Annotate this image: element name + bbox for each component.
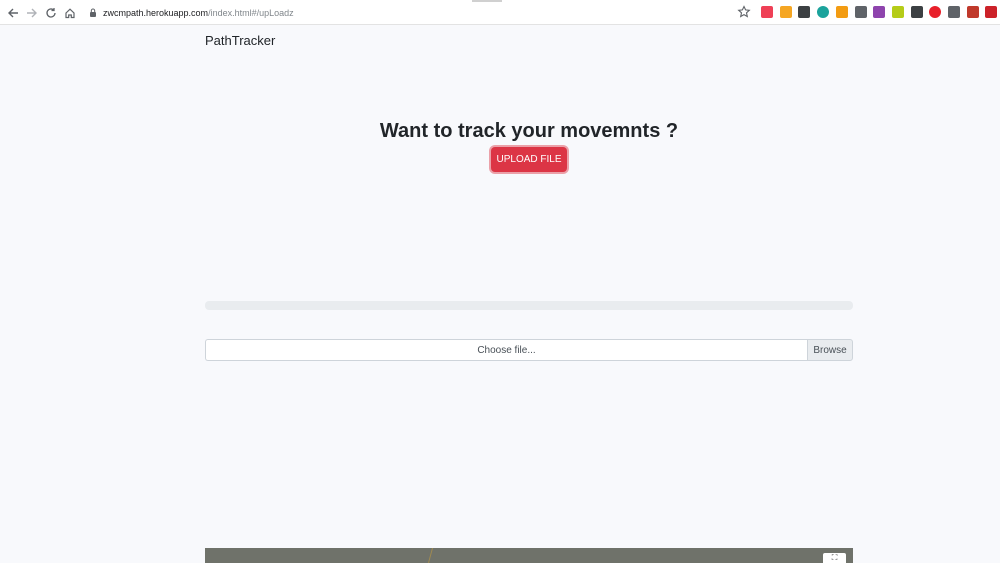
fullscreen-icon: ⛶	[831, 553, 838, 562]
grid-orange-icon[interactable]	[835, 6, 848, 18]
pinwheel-icon[interactable]	[966, 6, 979, 18]
pocket-icon[interactable]	[761, 6, 773, 18]
forward-button[interactable]	[23, 4, 40, 21]
lastpass-icon[interactable]	[985, 6, 998, 18]
teal-circle-icon[interactable]	[817, 6, 830, 18]
browser-toolbar: zwcmpath.herokuapp.com/index.html#/upLoa…	[0, 0, 1000, 25]
map-view[interactable]	[205, 548, 853, 563]
map-road	[427, 548, 434, 563]
coupon-icon[interactable]	[779, 6, 792, 18]
upload-file-button[interactable]: UPLOAD FILE	[491, 147, 567, 172]
page-headline: Want to track your movemnts ?	[379, 120, 679, 142]
address-bar[interactable]: zwcmpath.herokuapp.com/index.html#/upLoa…	[86, 3, 756, 22]
url-host: zwcmpath.herokuapp.com	[103, 7, 209, 18]
mic-icon[interactable]	[854, 6, 867, 18]
url-path: /index.html#/upLoadz	[208, 7, 294, 18]
purple-ext-icon[interactable]	[873, 6, 886, 18]
home-button[interactable]	[61, 4, 78, 21]
arrow-left-icon	[7, 8, 18, 17]
reload-button[interactable]	[42, 4, 59, 21]
back-button[interactable]	[4, 4, 21, 21]
file-input-group[interactable]: Choose file... Browse	[205, 339, 853, 361]
home-icon	[64, 7, 75, 18]
green-ext-icon[interactable]	[891, 6, 904, 18]
url-text: zwcmpath.herokuapp.com/index.html#/upLoa…	[103, 8, 294, 18]
browse-button[interactable]: Browse	[807, 339, 853, 361]
shield-dark-icon[interactable]	[798, 6, 811, 18]
lock-icon	[89, 8, 97, 17]
pin-icon[interactable]	[910, 6, 923, 18]
camera-icon[interactable]	[948, 6, 960, 18]
navbar-brand[interactable]: PathTracker	[205, 33, 275, 48]
choose-file-field[interactable]: Choose file...	[205, 339, 807, 361]
adblock-icon[interactable]	[929, 6, 942, 18]
fullscreen-button[interactable]: ⛶	[823, 553, 846, 563]
bookmark-star-icon[interactable]	[737, 5, 751, 19]
arrow-right-icon	[26, 8, 37, 17]
reload-icon	[45, 7, 56, 18]
upload-progress-bar	[205, 301, 853, 310]
tab-indicator	[472, 0, 502, 2]
